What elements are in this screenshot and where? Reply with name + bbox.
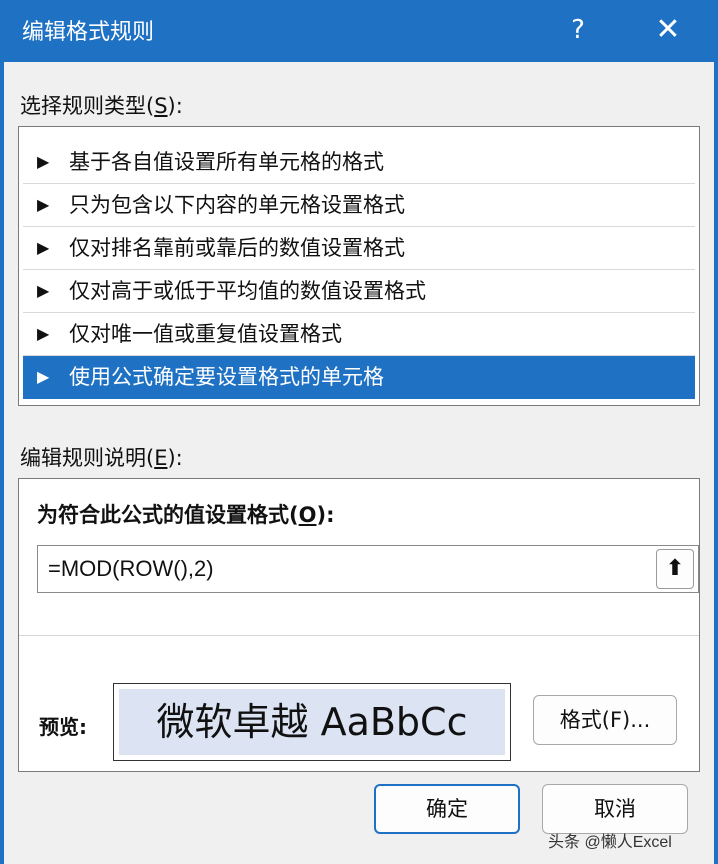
window-title: 编辑格式规则 <box>22 20 155 45</box>
rule-item-format-containing[interactable]: ▶ 只为包含以下内容的单元格设置格式 <box>23 184 695 227</box>
rule-item-label: 使用公式确定要设置格式的单元格 <box>69 365 384 389</box>
rule-item-label: 仅对唯一值或重复值设置格式 <box>69 322 342 346</box>
window-frame-left <box>0 62 4 864</box>
rule-type-label: 选择规则类型(S): <box>20 94 183 118</box>
divider <box>19 635 699 636</box>
rule-item-use-formula[interactable]: ▶ 使用公式确定要设置格式的单元格 <box>23 356 695 399</box>
ok-button[interactable]: 确定 <box>374 784 520 834</box>
help-button[interactable]: ? <box>548 6 608 54</box>
triangle-right-icon: ▶ <box>37 324 50 343</box>
cancel-button[interactable]: 取消 <box>542 784 688 834</box>
preview-text: 微软卓越 AaBbCc <box>119 689 505 755</box>
title-bar: 编辑格式规则 ? ✕ <box>0 0 718 62</box>
rule-description-panel: 为符合此公式的值设置格式(O): =MOD(ROW(),2) ⬆ 预览: 微软卓… <box>18 478 700 772</box>
rule-item-label: 基于各自值设置所有单元格的格式 <box>69 150 384 174</box>
rule-item-format-all-by-value[interactable]: ▶ 基于各自值设置所有单元格的格式 <box>23 141 695 184</box>
formula-title: 为符合此公式的值设置格式(O): <box>37 503 335 527</box>
preview-label: 预览: <box>39 715 87 739</box>
rule-item-unique-duplicate[interactable]: ▶ 仅对唯一值或重复值设置格式 <box>23 313 695 356</box>
triangle-right-icon: ▶ <box>37 152 50 171</box>
formula-input[interactable]: =MOD(ROW(),2) ⬆ <box>37 545 699 593</box>
collapse-dialog-button[interactable]: ⬆ <box>656 549 694 589</box>
triangle-right-icon: ▶ <box>37 195 50 214</box>
triangle-right-icon: ▶ <box>37 238 50 257</box>
rule-item-label: 仅对排名靠前或靠后的数值设置格式 <box>69 236 405 260</box>
triangle-right-icon: ▶ <box>37 281 50 300</box>
rule-item-top-bottom-ranked[interactable]: ▶ 仅对排名靠前或靠后的数值设置格式 <box>23 227 695 270</box>
formula-value: =MOD(ROW(),2) <box>48 556 214 581</box>
rule-description-label: 编辑规则说明(E): <box>20 446 183 470</box>
rule-item-label: 只为包含以下内容的单元格设置格式 <box>69 193 405 217</box>
rule-item-label: 仅对高于或低于平均值的数值设置格式 <box>69 279 426 303</box>
close-button[interactable]: ✕ <box>636 6 700 54</box>
rule-type-list[interactable]: ▶ 基于各自值设置所有单元格的格式 ▶ 只为包含以下内容的单元格设置格式 ▶ 仅… <box>18 126 700 406</box>
preview-box: 微软卓越 AaBbCc <box>113 683 511 761</box>
window-frame-right <box>714 62 718 864</box>
watermark: 头条 @懒人Excel <box>548 834 672 851</box>
format-button[interactable]: 格式(F)... <box>533 695 677 745</box>
triangle-right-icon: ▶ <box>37 367 50 386</box>
rule-item-above-below-average[interactable]: ▶ 仅对高于或低于平均值的数值设置格式 <box>23 270 695 313</box>
